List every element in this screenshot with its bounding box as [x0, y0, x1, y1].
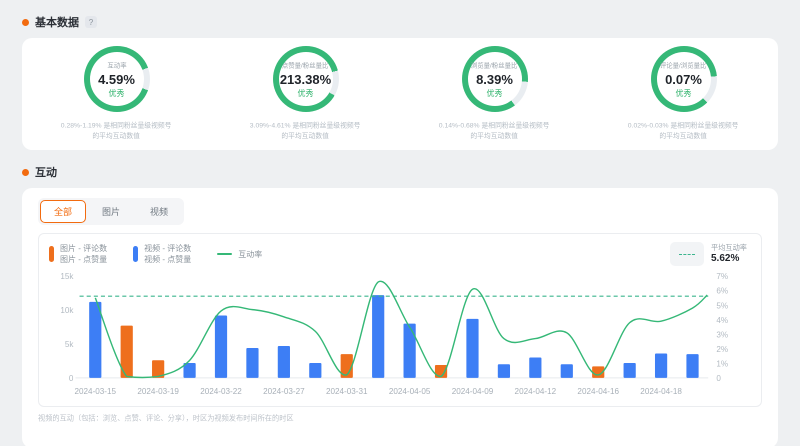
basic-section-title: 基本数据 [35, 14, 79, 30]
gauge-inner: 评论量/浏览量比 0.07% 优秀 [657, 52, 711, 106]
legend-item-image[interactable]: 图片 - 评论数 图片 - 点赞量 [49, 243, 107, 265]
svg-text:3%: 3% [716, 330, 728, 339]
gauge-ring-icon: 点赞量/粉丝量比 213.38% 优秀 [273, 46, 339, 112]
section-dot-icon [22, 169, 29, 176]
svg-text:4%: 4% [716, 316, 728, 325]
svg-text:2024-04-12: 2024-04-12 [515, 387, 557, 396]
gauge-value: 4.59% [98, 72, 135, 87]
gauge-title: 评论量/浏览量比 [660, 61, 707, 70]
average-rate-label: 平均互动率 [711, 243, 747, 252]
average-rate-value: 5.62% [711, 253, 751, 266]
svg-text:2024-04-18: 2024-04-18 [640, 387, 682, 396]
svg-text:5%: 5% [716, 301, 728, 310]
gauge-inner: 浏览量/粉丝量比 8.39% 优秀 [468, 52, 522, 106]
gauge-value: 8.39% [476, 72, 513, 87]
interaction-section-title: 互动 [35, 164, 57, 180]
svg-text:15k: 15k [60, 272, 74, 281]
gauge-value: 0.07% [665, 72, 702, 87]
gauge-like-fans-ratio: 点赞量/粉丝量比 213.38% 优秀 3.09%-4.61% 是相同粉丝量级视… [211, 46, 400, 150]
gauge-description: 0.02%-0.03% 是相同粉丝量级视频号 的平均互动数值 [628, 121, 739, 141]
dashed-line-icon [679, 254, 695, 255]
dashed-line-chip [670, 242, 704, 266]
tab-image[interactable]: 图片 [88, 200, 134, 223]
gauge-description: 0.28%-1.19% 是相同粉丝量级视频号 的平均互动数值 [61, 121, 172, 141]
blue-bar-icon [133, 246, 138, 262]
svg-text:5k: 5k [65, 340, 75, 349]
svg-text:2024-03-15: 2024-03-15 [74, 387, 116, 396]
chart-legend: 图片 - 评论数 图片 - 点赞量 视频 - 评论数 视频 - 点赞量 互动率 [49, 242, 751, 266]
tab-all[interactable]: 全部 [40, 200, 86, 223]
gauge-rating-badge: 优秀 [109, 88, 125, 99]
interaction-card: 全部 图片 视频 图片 - 评论数 图片 - 点赞量 视频 - 评论数 视频 - [22, 188, 778, 446]
svg-text:2024-04-16: 2024-04-16 [577, 387, 619, 396]
gauge-description: 3.09%-4.61% 是相同粉丝量级视频号 的平均互动数值 [250, 121, 361, 141]
gauge-rating-badge: 优秀 [487, 88, 503, 99]
media-type-tabs: 全部 图片 视频 [38, 198, 184, 225]
legend-item-video[interactable]: 视频 - 评论数 视频 - 点赞量 [133, 243, 191, 265]
basic-data-card: 互动率 4.59% 优秀 0.28%-1.19% 是相同粉丝量级视频号 的平均互… [22, 38, 778, 150]
svg-text:2024-03-27: 2024-03-27 [263, 387, 305, 396]
chart-footnote: 视频的互动（包括：浏览、点赞、评论、分享），时区为视频发布时间所在的时区 [38, 414, 690, 424]
interaction-section-header: 互动 [22, 162, 778, 182]
gauge-view-fans-ratio: 浏览量/粉丝量比 8.39% 优秀 0.14%-0.68% 是相同粉丝量级视频号… [400, 46, 589, 150]
average-rate-texts: 平均互动率 5.62% [711, 243, 751, 266]
svg-text:2024-03-22: 2024-03-22 [200, 387, 242, 396]
svg-text:6%: 6% [716, 287, 728, 296]
svg-text:7%: 7% [716, 272, 728, 281]
interaction-chart-svg: 15k10k5k07%6%5%4%3%2%1%02024-03-152024-0… [49, 268, 751, 402]
gauge-ring-icon: 互动率 4.59% 优秀 [84, 46, 150, 112]
svg-text:1%: 1% [716, 359, 728, 368]
basic-section-header: 基本数据 ? [22, 12, 778, 32]
section-dot-icon [22, 19, 29, 26]
dashboard-page: 基本数据 ? 互动率 4.59% 优秀 0.28%-1.19% 是相同粉丝量级视… [0, 0, 800, 446]
info-icon[interactable]: ? [85, 16, 97, 28]
svg-text:2024-03-19: 2024-03-19 [137, 387, 179, 396]
svg-text:2%: 2% [716, 345, 728, 354]
legend-labels: 图片 - 评论数 图片 - 点赞量 [60, 243, 107, 265]
gauge-ring-icon: 浏览量/粉丝量比 8.39% 优秀 [462, 46, 528, 112]
gauge-title: 点赞量/粉丝量比 [282, 61, 329, 70]
interaction-chart-panel: 图片 - 评论数 图片 - 点赞量 视频 - 评论数 视频 - 点赞量 互动率 [38, 233, 762, 407]
svg-text:10k: 10k [60, 306, 74, 315]
gauge-rating-badge: 优秀 [298, 88, 314, 99]
gauge-value: 213.38% [280, 72, 331, 87]
gauge-title: 浏览量/粉丝量比 [471, 61, 518, 70]
gauge-inner: 互动率 4.59% 优秀 [90, 52, 144, 106]
legend-label: 互动率 [238, 249, 262, 260]
average-rate-box: 平均互动率 5.62% [670, 242, 751, 266]
tab-video[interactable]: 视频 [136, 200, 182, 223]
gauge-inner: 点赞量/粉丝量比 213.38% 优秀 [279, 52, 333, 106]
legend-item-rate[interactable]: 互动率 [217, 249, 262, 260]
svg-text:2024-03-31: 2024-03-31 [326, 387, 368, 396]
gauge-rating-badge: 优秀 [676, 88, 692, 99]
orange-bar-icon [49, 246, 54, 262]
svg-text:0: 0 [69, 374, 74, 383]
svg-text:0: 0 [716, 374, 721, 383]
gauge-title: 互动率 [107, 61, 126, 70]
gauge-description: 0.14%-0.68% 是相同粉丝量级视频号 的平均互动数值 [439, 121, 550, 141]
gauge-ring-icon: 评论量/浏览量比 0.07% 优秀 [651, 46, 717, 112]
gauge-interaction-rate: 互动率 4.59% 优秀 0.28%-1.19% 是相同粉丝量级视频号 的平均互… [22, 46, 211, 150]
legend-labels: 视频 - 评论数 视频 - 点赞量 [144, 243, 191, 265]
gauge-comment-view-ratio: 评论量/浏览量比 0.07% 优秀 0.02%-0.03% 是相同粉丝量级视频号… [589, 46, 778, 150]
svg-text:2024-04-05: 2024-04-05 [389, 387, 431, 396]
green-line-icon [217, 253, 232, 255]
svg-text:2024-04-09: 2024-04-09 [452, 387, 494, 396]
